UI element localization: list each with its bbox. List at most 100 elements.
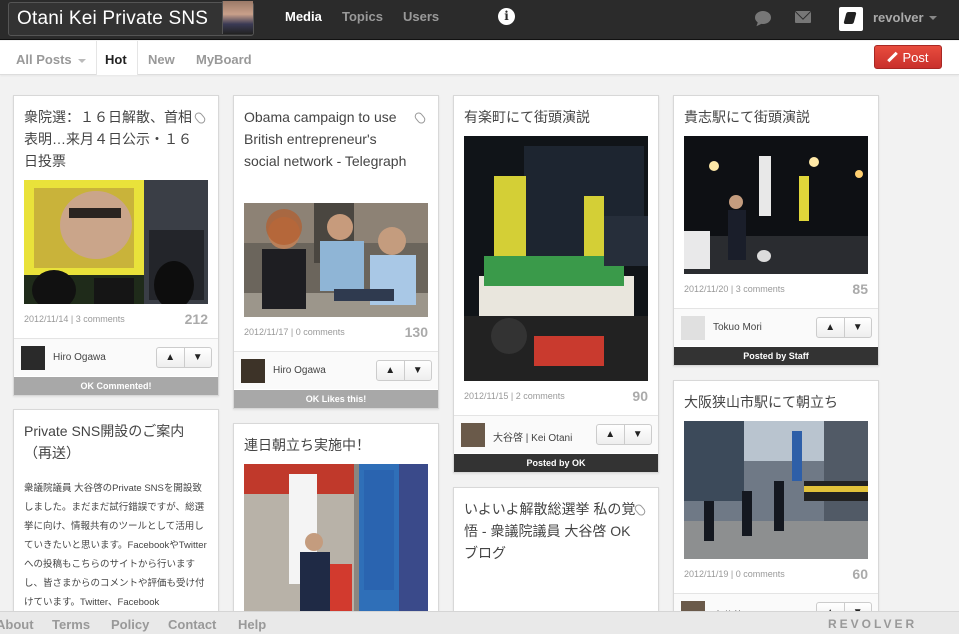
- mail-icon[interactable]: [795, 11, 811, 23]
- post-date: 2012/11/19: [684, 569, 729, 579]
- status-bar: OK Commented!: [14, 377, 218, 395]
- post-image[interactable]: [684, 136, 868, 274]
- post-date: 2012/11/17: [244, 327, 289, 337]
- thumbs-up-icon[interactable]: ▲: [377, 361, 404, 380]
- author-name[interactable]: 大谷啓 | Kei Otani: [493, 429, 572, 444]
- chevron-down-icon[interactable]: [78, 59, 86, 63]
- author-name[interactable]: Hiro Ogawa: [273, 365, 326, 376]
- thumbs-down-icon[interactable]: ▼: [843, 318, 872, 337]
- vote-buttons: ▲ ▼: [156, 347, 212, 368]
- post-title[interactable]: 連日朝立ち実施中！: [244, 434, 428, 456]
- post-date: 2012/11/15: [464, 391, 509, 401]
- status-bar: Posted by Staff: [674, 347, 878, 365]
- top-navbar: Otani Kei Private SNS Media Topics Users…: [0, 0, 959, 40]
- post-button-label: Post: [902, 49, 929, 65]
- post-card[interactable]: Private SNS開設のご案内（再送） 衆議院議員 大谷啓のPrivate …: [13, 409, 219, 629]
- vote-buttons: ▲ ▼: [376, 360, 432, 381]
- post-score: 212: [184, 311, 208, 327]
- vote-buttons: ▲ ▼: [596, 424, 652, 445]
- avatar[interactable]: [241, 359, 265, 383]
- nav-users[interactable]: Users: [403, 9, 439, 24]
- chevron-down-icon[interactable]: [929, 16, 937, 20]
- post-card[interactable]: 有楽町にて街頭演説 2012/11/15 | 2 comments 90 大谷啓…: [453, 95, 659, 473]
- footer-link-about[interactable]: About: [0, 617, 34, 632]
- user-menu[interactable]: revolver: [873, 10, 924, 25]
- user-avatar[interactable]: [839, 7, 863, 31]
- post-card[interactable]: Obama campaign to use British entreprene…: [233, 95, 439, 409]
- vote-buttons: ▲ ▼: [816, 317, 872, 338]
- post-card[interactable]: 貴志駅にて街頭演説 2012/11/20 | 3 comments 85 Tok…: [673, 95, 879, 366]
- author-name[interactable]: Hiro Ogawa: [53, 352, 106, 363]
- thumbs-up-icon[interactable]: ▲: [817, 318, 844, 337]
- thumbs-up-icon[interactable]: ▲: [157, 348, 184, 367]
- post-score: 90: [632, 388, 648, 404]
- comment-count[interactable]: 0 comments: [296, 327, 345, 337]
- post-title[interactable]: 貴志駅にて街頭演説: [684, 106, 868, 128]
- revolver-logo[interactable]: REVOLVER: [828, 617, 917, 631]
- post-title[interactable]: Private SNS開設のご案内（再送）: [24, 420, 208, 464]
- post-card[interactable]: 連日朝立ち実施中！: [233, 423, 439, 629]
- post-image[interactable]: [24, 180, 208, 304]
- status-bar: Posted by OK: [454, 454, 658, 472]
- post-title[interactable]: 有楽町にて街頭演説: [464, 106, 648, 128]
- post-title[interactable]: Obama campaign to use British entreprene…: [244, 106, 416, 172]
- footer-link-contact[interactable]: Contact: [168, 617, 216, 632]
- footer-link-terms[interactable]: Terms: [52, 617, 90, 632]
- tab-hot[interactable]: Hot: [105, 52, 127, 67]
- author-row: Hiro Ogawa ▲ ▼: [14, 338, 218, 376]
- comment-count[interactable]: 3 comments: [76, 314, 125, 324]
- post-meta: 2012/11/14 | 3 comments: [24, 314, 125, 324]
- info-icon[interactable]: i: [498, 8, 515, 25]
- nav-topics[interactable]: Topics: [342, 9, 383, 24]
- post-card[interactable]: 衆院選：１６日解散、首相表明…来月４日公示・１６日投票 2012/11/14 |…: [13, 95, 219, 396]
- sub-navbar: All Posts Hot New MyBoard Post: [0, 41, 959, 75]
- post-image[interactable]: [244, 464, 428, 614]
- avatar[interactable]: [461, 423, 485, 447]
- thumbs-down-icon[interactable]: ▼: [183, 348, 212, 367]
- post-score: 130: [404, 324, 428, 340]
- post-title[interactable]: いよいよ解散総選挙 私の覚悟 - 衆議院議員 大谷啓 OKブログ: [464, 498, 636, 564]
- post-date: 2012/11/20: [684, 284, 729, 294]
- avatar[interactable]: [21, 346, 45, 370]
- post-image[interactable]: [684, 421, 868, 559]
- post-title[interactable]: 衆院選：１６日解散、首相表明…来月４日公示・１６日投票: [24, 106, 196, 172]
- nav-media[interactable]: Media: [285, 9, 322, 24]
- post-meta: 2012/11/17 | 0 comments: [244, 327, 345, 337]
- footer-link-policy[interactable]: Policy: [111, 617, 149, 632]
- tab-new[interactable]: New: [148, 52, 175, 67]
- thumbs-up-icon[interactable]: ▲: [597, 425, 624, 444]
- owner-avatar[interactable]: [222, 1, 253, 34]
- tab-myboard[interactable]: MyBoard: [196, 52, 252, 67]
- post-card[interactable]: いよいよ解散総選挙 私の覚悟 - 衆議院議員 大谷啓 OKブログ: [453, 487, 659, 629]
- post-image[interactable]: [464, 136, 648, 381]
- comment-count[interactable]: 2 comments: [516, 391, 565, 401]
- thumbs-down-icon[interactable]: ▼: [623, 425, 652, 444]
- author-name[interactable]: Tokuo Mori: [713, 322, 762, 333]
- footer-link-help[interactable]: Help: [238, 617, 266, 632]
- status-bar: OK Likes this!: [234, 390, 438, 408]
- author-row: Tokuo Mori ▲ ▼: [674, 308, 878, 346]
- author-row: 大谷啓 | Kei Otani ▲ ▼: [454, 415, 658, 453]
- post-date: 2012/11/14: [24, 314, 69, 324]
- brand-logo[interactable]: Otani Kei Private SNS: [8, 2, 254, 36]
- post-image[interactable]: [244, 203, 428, 317]
- thumbs-down-icon[interactable]: ▼: [403, 361, 432, 380]
- chat-icon[interactable]: [755, 11, 771, 24]
- post-meta: 2012/11/19 | 0 comments: [684, 569, 785, 579]
- tab-all-posts[interactable]: All Posts: [16, 52, 72, 67]
- comment-count[interactable]: 3 comments: [736, 284, 785, 294]
- post-meta: 2012/11/20 | 3 comments: [684, 284, 785, 294]
- post-title[interactable]: 大阪狭山市駅にて朝立ち: [684, 391, 868, 413]
- post-meta: 2012/11/15 | 2 comments: [464, 391, 565, 401]
- post-score: 60: [852, 566, 868, 582]
- post-score: 85: [852, 281, 868, 297]
- post-card[interactable]: 大阪狭山市駅にて朝立ち 2012/11/19 | 0 comments 60 大…: [673, 380, 879, 629]
- brand-title: Otani Kei Private SNS: [17, 8, 209, 29]
- footer: About Terms Policy Contact Help REVOLVER: [0, 611, 959, 634]
- comment-count[interactable]: 0 comments: [736, 569, 785, 579]
- avatar[interactable]: [681, 316, 705, 340]
- author-row: Hiro Ogawa ▲ ▼: [234, 351, 438, 389]
- post-button[interactable]: Post: [874, 45, 942, 69]
- pencil-icon: [887, 52, 897, 62]
- post-body: 衆議院議員 大谷啓のPrivate SNSを開設致しました。まだまだ試行錯誤です…: [24, 483, 207, 608]
